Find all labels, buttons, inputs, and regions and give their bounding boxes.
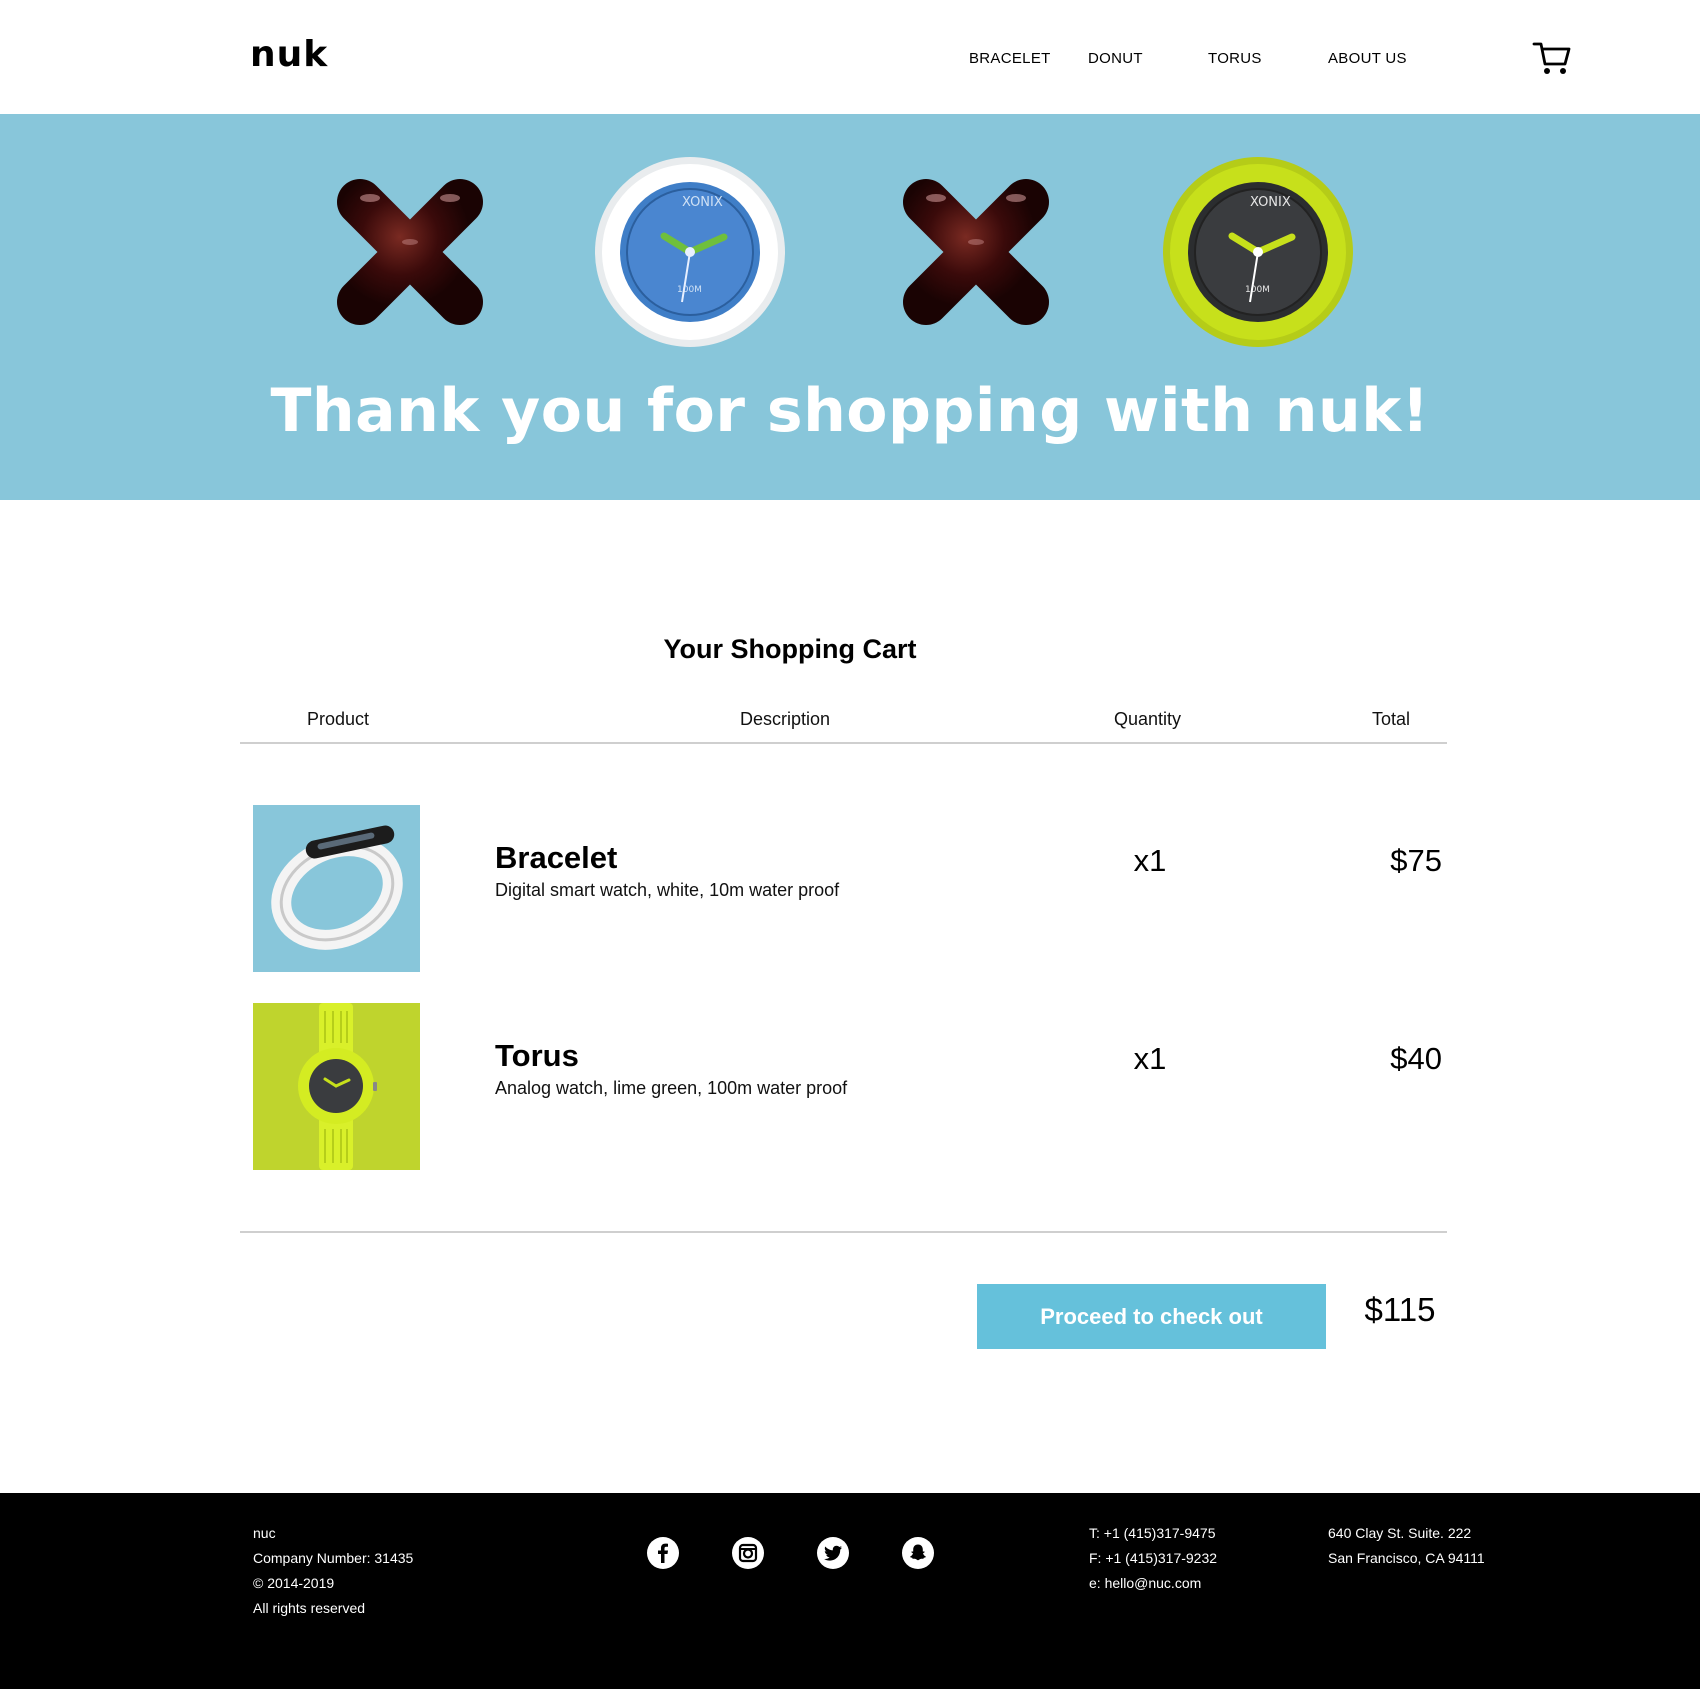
table-footer-divider [240, 1231, 1447, 1233]
site-footer: nuc Company Number: 31435 © 2014-2019 Al… [0, 1493, 1700, 1689]
item-description: Digital smart watch, white, 10m water pr… [495, 880, 840, 900]
brand-logo[interactable]: nuk [250, 34, 328, 75]
table-header-divider [240, 742, 1447, 744]
shopping-cart-icon[interactable] [1532, 40, 1572, 76]
column-header-quantity: Quantity [1114, 709, 1182, 729]
column-header-description: Description [740, 709, 831, 729]
item-description: Analog watch, lime green, 100m water pro… [495, 1078, 848, 1098]
twitter-icon[interactable] [817, 1537, 849, 1569]
cross-bracelet-image [876, 152, 1076, 352]
nav-bracelet[interactable]: BRACELET [969, 50, 1051, 67]
item-name: Bracelet [495, 840, 618, 875]
torus-product-image[interactable] [253, 1003, 420, 1170]
item-name: Torus [495, 1038, 579, 1073]
bracelet-product-image[interactable] [253, 805, 420, 972]
cart-title: Your Shopping Cart [663, 634, 917, 664]
watch-brand-text: XONIX [1250, 195, 1291, 210]
thank-you-heading: Thank you for shopping with nuk! [270, 376, 1430, 446]
site-header: nuk BRACELET DONUT TORUS ABOUT US [0, 0, 1700, 114]
proceed-to-checkout-button[interactable]: Proceed to check out [977, 1284, 1326, 1349]
lime-watch-image: XONIX 100M [1158, 152, 1358, 352]
footer-address-city: San Francisco, CA 94111 [1328, 1550, 1485, 1566]
footer-company-name: nuc [253, 1525, 276, 1541]
watch-brand-text: XONIX [682, 195, 723, 210]
column-header-product: Product [307, 709, 370, 729]
footer-email[interactable]: e: hello@nuc.com [1089, 1575, 1201, 1591]
nav-donut[interactable]: DONUT [1088, 50, 1143, 67]
facebook-icon[interactable] [647, 1537, 679, 1569]
white-watch-image: XONIX 100M [590, 152, 790, 352]
nav-torus[interactable]: TORUS [1208, 50, 1262, 67]
cart-grand-total: $115 [1364, 1291, 1436, 1328]
item-quantity[interactable]: x1 [1110, 1041, 1190, 1077]
cross-bracelet-image [310, 152, 510, 352]
item-quantity[interactable]: x1 [1110, 843, 1190, 879]
hero-banner: XONIX 100M XONIX 100M Thank you for shop… [0, 114, 1700, 500]
snapchat-icon[interactable] [902, 1537, 934, 1569]
watch-depth-text: 100M [1245, 285, 1270, 295]
item-total: $75 [1390, 843, 1442, 878]
column-header-total: Total [1372, 709, 1411, 729]
footer-copyright: © 2014-2019 [253, 1575, 335, 1591]
footer-fax: F: +1 (415)317-9232 [1089, 1550, 1218, 1566]
footer-phone[interactable]: T: +1 (415)317-9475 [1089, 1525, 1215, 1541]
watch-depth-text: 100M [677, 285, 702, 295]
footer-rights: All rights reserved [253, 1600, 366, 1616]
instagram-icon[interactable] [732, 1537, 764, 1569]
footer-company-number: Company Number: 31435 [253, 1550, 414, 1566]
nav-about-us[interactable]: ABOUT US [1328, 50, 1407, 67]
item-total: $40 [1390, 1041, 1442, 1076]
footer-address-street: 640 Clay St. Suite. 222 [1328, 1525, 1472, 1541]
